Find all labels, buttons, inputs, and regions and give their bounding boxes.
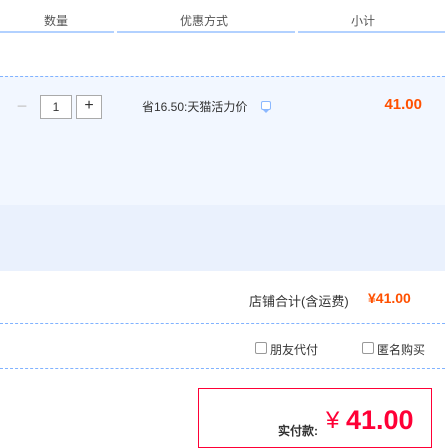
cart-table-header: 数量 优惠方式 小计	[0, 0, 445, 34]
shop-total-value: ¥41.00	[368, 290, 411, 306]
column-header-discount: 优惠方式	[180, 14, 229, 28]
shop-total-divider	[0, 323, 445, 324]
item-subtotal: 41.00	[384, 96, 422, 113]
anonymous-purchase-checkbox[interactable]	[362, 342, 374, 354]
friend-pay-label: 朋友代付	[270, 343, 319, 357]
payment-currency: ¥	[326, 407, 340, 434]
column-header-quantity: 数量	[44, 14, 69, 28]
header-underline-discount	[117, 31, 295, 33]
quantity-input[interactable]: 1	[40, 95, 72, 119]
friend-pay-checkbox[interactable]	[255, 342, 267, 354]
cart-item-row-extension	[0, 205, 445, 271]
quantity-increase-button[interactable]: +	[76, 95, 102, 119]
item-top-divider	[0, 76, 445, 77]
note-icon[interactable]	[261, 101, 271, 113]
payment-label: 实付款:	[278, 424, 318, 438]
header-underline-quantity	[0, 31, 114, 33]
shop-total-label: 店铺合计(含运费)	[249, 294, 349, 309]
column-header-subtotal: 小计	[351, 14, 376, 28]
promotion-text: 省16.50:天猫活力价	[142, 100, 248, 114]
quantity-decrease-button[interactable]: −	[8, 95, 36, 119]
options-divider	[0, 368, 445, 369]
anonymous-purchase-label: 匿名购买	[377, 343, 426, 357]
header-underline-subtotal	[298, 31, 445, 33]
payment-amount: 41.00	[346, 405, 414, 435]
